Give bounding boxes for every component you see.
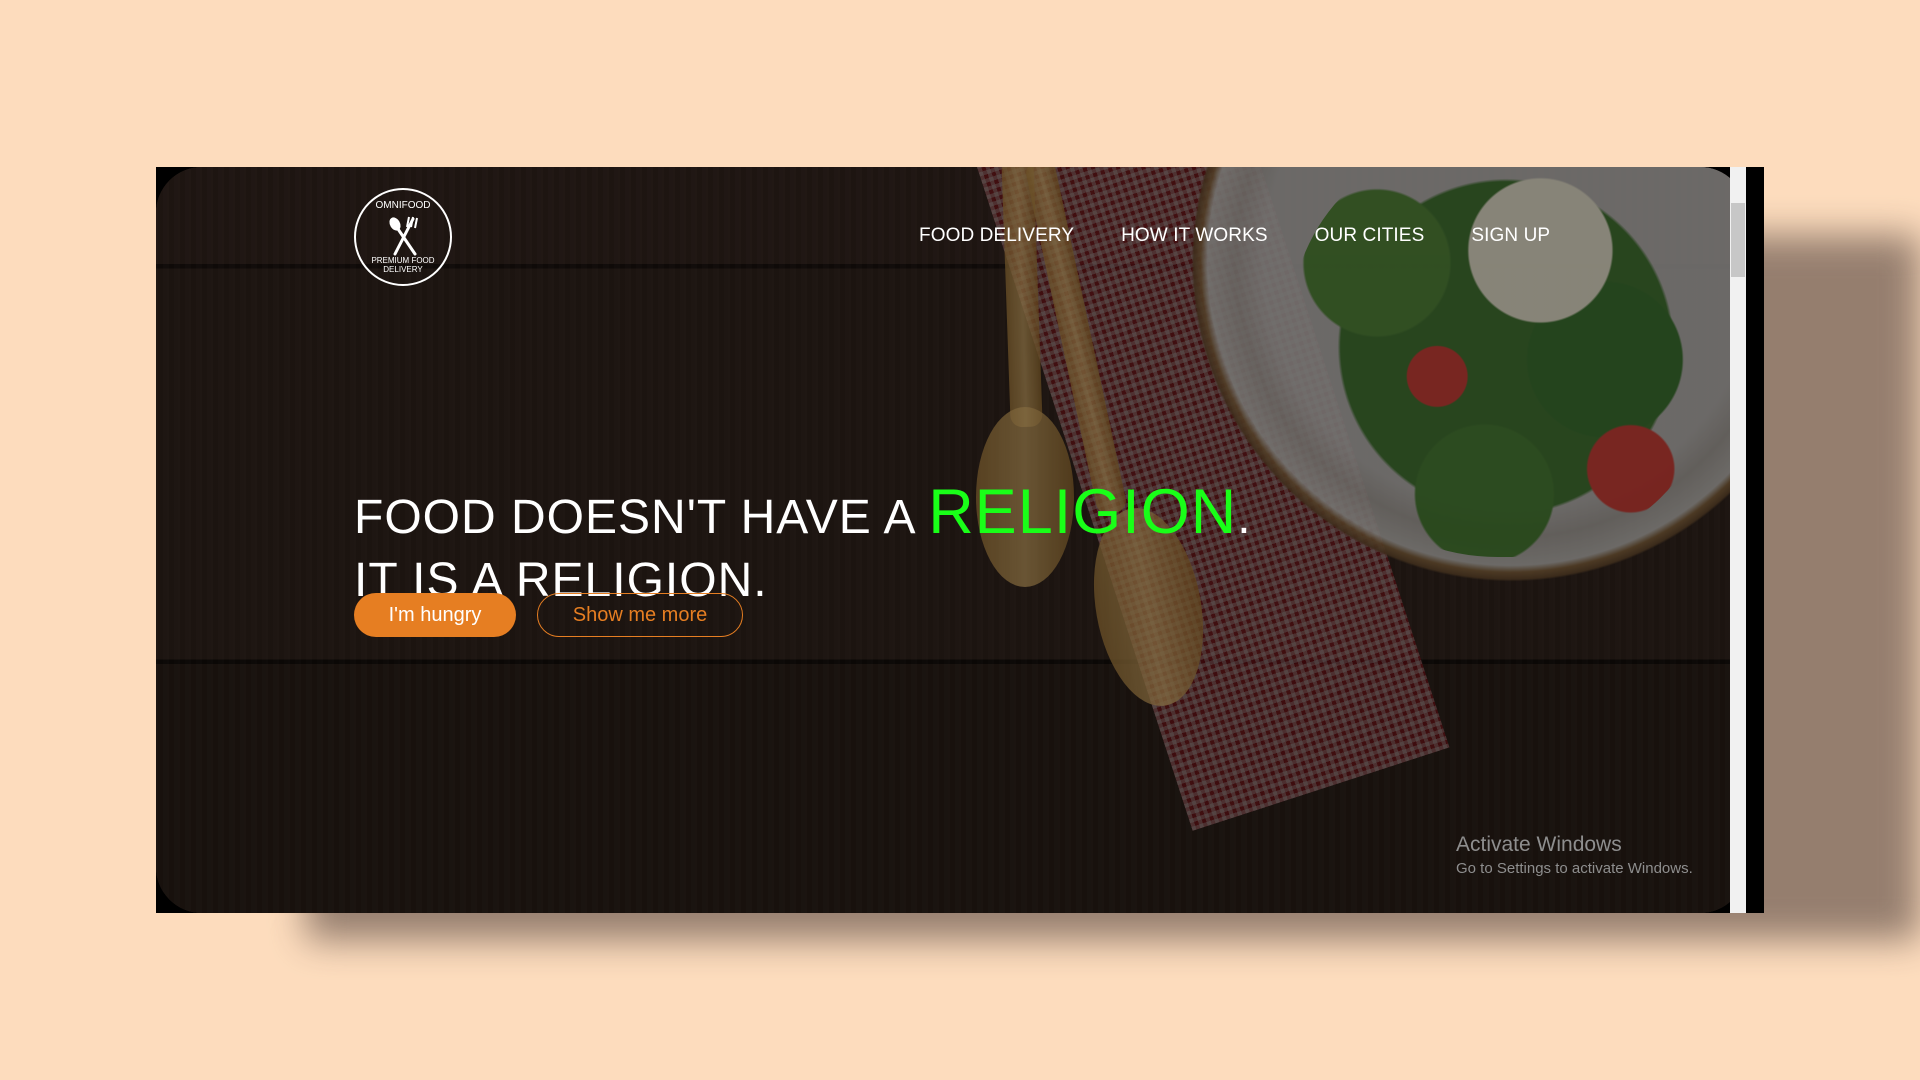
im-hungry-button[interactable]: I'm hungry [354, 593, 516, 637]
vertical-scrollbar[interactable] [1730, 167, 1746, 913]
fork-spoon-icon [389, 216, 418, 256]
hero-buttons: I'm hungry Show me more [354, 593, 743, 637]
activation-title: Activate Windows [1456, 833, 1622, 856]
nav-sign-up[interactable]: SIGN UP [1471, 225, 1550, 247]
headline-highlight: RELIGION [928, 477, 1238, 548]
nav-how-it-works[interactable]: HOW IT WORKS [1121, 225, 1268, 247]
main-nav: FOOD DELIVERY HOW IT WORKS OUR CITIES SI… [919, 225, 1550, 247]
headline-line1-suffix: . [1237, 491, 1252, 545]
headline-line1-prefix: FOOD DOESN'T HAVE A [354, 491, 929, 545]
browser-frame: OMNIFOOD PREMIUM FOOD DELIVERY FOOD DELI… [156, 167, 1764, 913]
nav-our-cities[interactable]: OUR CITIES [1315, 225, 1425, 247]
logo-bottom-text: PREMIUM FOOD DELIVERY [371, 256, 435, 274]
nav-food-delivery[interactable]: FOOD DELIVERY [919, 225, 1074, 247]
windows-activation-watermark: Activate Windows Go to Settings to activ… [1456, 833, 1693, 877]
scrollbar-thumb[interactable] [1731, 203, 1745, 277]
hero-section: OMNIFOOD PREMIUM FOOD DELIVERY FOOD DELI… [156, 167, 1746, 913]
activation-subtitle: Go to Settings to activate Windows. [1456, 860, 1693, 877]
show-me-more-button[interactable]: Show me more [537, 593, 743, 637]
logo-top-text: OMNIFOOD [375, 200, 431, 211]
omnifood-logo[interactable]: OMNIFOOD PREMIUM FOOD DELIVERY [354, 188, 452, 286]
